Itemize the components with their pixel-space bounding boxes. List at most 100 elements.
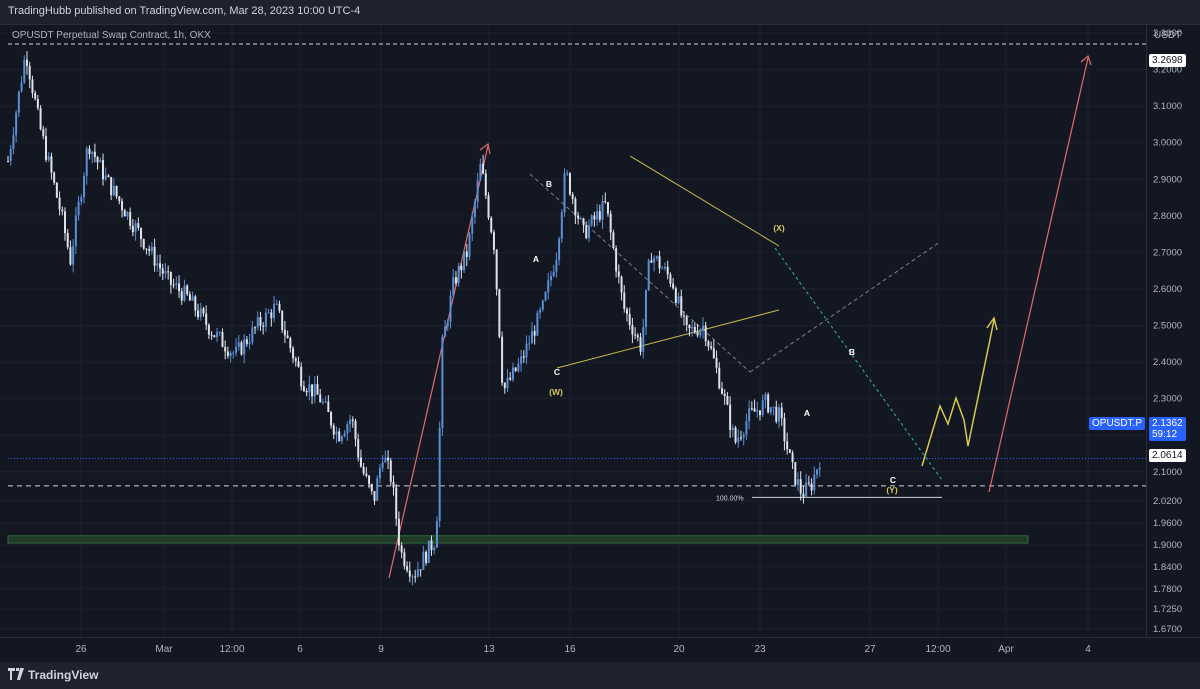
candle-body	[452, 277, 455, 296]
candle-body	[300, 366, 303, 387]
candle-body	[327, 401, 330, 413]
candle-body	[159, 263, 162, 269]
candle-body	[425, 551, 428, 563]
candle-body	[525, 343, 528, 358]
candle-body	[34, 92, 37, 100]
candle-body	[805, 482, 808, 497]
candle-body	[156, 263, 159, 266]
candle-body	[110, 177, 113, 196]
candle-body	[693, 326, 696, 332]
x-tick-label: 27	[864, 644, 876, 655]
candle-body	[501, 336, 504, 383]
candle-body	[245, 339, 248, 344]
candle-body	[634, 334, 637, 336]
candle-body	[775, 406, 778, 422]
candle-body	[39, 108, 42, 130]
candle-body	[319, 394, 322, 403]
candle-body	[137, 223, 140, 229]
level-price-tag: 2.0614	[1149, 449, 1186, 462]
candle-body	[435, 520, 438, 548]
candle-body	[712, 348, 715, 359]
candle-body	[794, 462, 797, 485]
red-arrow-2	[988, 57, 1089, 493]
y-ticks: 3.30003.20003.10003.00002.90002.80002.70…	[1153, 28, 1182, 635]
candle-body	[69, 247, 72, 265]
candle-body	[468, 233, 471, 258]
candle-body	[797, 479, 800, 485]
y-tick-label: 2.0200	[1153, 496, 1182, 507]
candle-body	[427, 540, 430, 563]
candle-body	[816, 469, 819, 475]
y-tick-label: 1.7800	[1153, 584, 1182, 595]
candle-body	[734, 427, 737, 443]
candle-body	[23, 59, 26, 83]
candle-body	[558, 238, 561, 260]
current-symbol-value: OPUSDT.P	[1092, 418, 1143, 429]
chart-svg[interactable]: 100.00% BAC(W)(X)ABC(Y) 3.30003.20003.10…	[0, 0, 1200, 689]
projection-path	[921, 319, 995, 467]
fib-label: 100.00%	[716, 495, 744, 502]
candle-body	[313, 384, 316, 397]
candle-body	[80, 197, 83, 202]
y-tick-label: 2.3000	[1153, 394, 1182, 405]
x-tick-label: Apr	[998, 644, 1014, 655]
candle-body	[17, 91, 20, 113]
x-tick-label: 23	[754, 644, 766, 655]
candle-body	[457, 266, 460, 284]
candle-body	[210, 334, 213, 336]
candle-body	[465, 251, 468, 258]
y-tick-label: 2.1000	[1153, 467, 1182, 478]
candle-body	[691, 326, 694, 329]
x-tick-label: 12:00	[219, 644, 244, 655]
candle-body	[251, 327, 254, 343]
candle-body	[324, 401, 327, 403]
candle-body	[729, 404, 732, 430]
y-tick-label: 1.9600	[1153, 518, 1182, 529]
candle-body	[167, 271, 170, 273]
candle-body	[292, 348, 295, 359]
current-symbol-tag: OPUSDT.P	[1089, 417, 1146, 430]
x-tick-label: 6	[297, 644, 303, 655]
candle-body	[764, 394, 767, 401]
candle-body	[302, 386, 305, 392]
candle-body	[593, 215, 596, 220]
candle-body	[745, 421, 748, 435]
candle-body	[628, 313, 631, 326]
candle-body	[699, 329, 702, 336]
candle-body	[598, 211, 601, 220]
candle-body	[522, 356, 525, 358]
candle-body	[20, 82, 23, 92]
candle-body	[47, 156, 50, 160]
candle-body	[490, 217, 493, 233]
candle-body	[566, 173, 569, 175]
candle-body	[93, 151, 96, 158]
candle-body	[430, 540, 433, 551]
candle-body	[259, 317, 262, 326]
candle-body	[650, 260, 653, 263]
candle-body	[365, 473, 368, 476]
candle-body	[115, 185, 118, 197]
wave-label: (X)	[773, 223, 785, 233]
candle-body	[283, 329, 286, 336]
x-tick-label: 20	[673, 644, 685, 655]
candle-body	[264, 312, 267, 327]
candle-body	[297, 361, 300, 367]
candle-body	[530, 331, 533, 344]
candle-body	[289, 337, 292, 349]
tradingview-logo[interactable]: TradingView	[8, 668, 98, 682]
candle-body	[541, 300, 544, 310]
wave-label: A	[804, 408, 810, 418]
candle-body	[104, 175, 107, 180]
support-zone-rect	[7, 535, 1029, 544]
candle-body	[596, 211, 599, 220]
current-price-value: 2.1362	[1152, 418, 1183, 429]
candle-body	[609, 213, 612, 233]
candle-body	[701, 325, 704, 330]
candle-body	[655, 256, 658, 259]
candle-body	[571, 194, 574, 199]
candle-body	[642, 327, 645, 352]
candle-body	[748, 408, 751, 422]
footer: TradingView	[0, 662, 1200, 689]
candle-body	[131, 225, 134, 233]
candle-body	[411, 576, 414, 578]
